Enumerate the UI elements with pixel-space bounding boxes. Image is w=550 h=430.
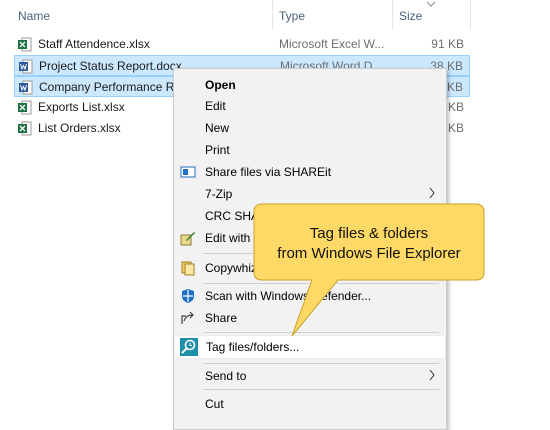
callout-text: Tag files & folders from Windows File Ex… [256, 224, 482, 264]
share-icon [181, 311, 194, 324]
menu-item-label: Edit [205, 99, 226, 113]
copywhiz-icon [181, 261, 195, 276]
menu-separator [203, 283, 439, 284]
callout-line: Tag files & folders [309, 225, 429, 242]
menu-item-label: 7-Zip [205, 187, 233, 201]
excel-icon [18, 37, 32, 52]
menu-item-tag-files[interactable]: Tag files/folders... [174, 335, 446, 359]
file-size: 91 KB [431, 37, 464, 51]
sort-descending-icon [426, 1, 436, 7]
menu-item-open[interactable]: Open [174, 74, 446, 96]
file-name: Company Performance R [39, 80, 175, 94]
column-name[interactable]: Name [18, 9, 50, 23]
column-type[interactable]: Type [279, 9, 305, 23]
menu-item-edit[interactable]: Edit [174, 95, 446, 117]
menu-item-new[interactable]: New [174, 117, 446, 139]
menu-item-label: Edit with [205, 231, 251, 245]
column-divider[interactable] [272, 0, 273, 30]
column-size[interactable]: Size [399, 9, 422, 23]
file-name: Exports List.xlsx [38, 100, 125, 114]
callout-line: from Windows File Explorer [277, 245, 461, 262]
file-row[interactable]: Staff Attendence.xlsx Microsoft Excel W.… [14, 34, 470, 55]
chevron-right-icon [429, 187, 435, 199]
menu-separator [203, 389, 439, 390]
column-divider[interactable] [470, 0, 471, 30]
column-divider[interactable] [392, 0, 393, 30]
file-name: List Orders.xlsx [38, 121, 121, 135]
menu-item-print[interactable]: Print [174, 139, 446, 161]
menu-item-7zip[interactable]: 7-Zip [174, 183, 446, 205]
column-header: Name Type Size [0, 0, 550, 32]
menu-item-label: Scan with Windows Defender... [205, 289, 372, 303]
menu-separator [203, 363, 439, 364]
excel-icon [18, 100, 32, 115]
file-type: Microsoft Excel W... [279, 37, 385, 51]
menu-item-send-to[interactable]: Send to [174, 365, 446, 387]
shareit-icon [180, 166, 196, 178]
word-icon [19, 80, 33, 95]
chevron-right-icon [429, 369, 435, 381]
file-name: Staff Attendence.xlsx [38, 37, 150, 51]
menu-item-share-shareit[interactable]: Share files via SHAREit [174, 161, 446, 183]
defender-shield-icon [182, 289, 194, 303]
menu-item-label: Open [205, 78, 236, 92]
excel-icon [18, 121, 32, 136]
menu-item-share[interactable]: Share [174, 307, 446, 329]
word-icon [19, 59, 33, 74]
menu-item-label: Share [205, 311, 238, 325]
menu-item-cut[interactable]: Cut [174, 393, 446, 415]
menu-item-label: New [205, 121, 230, 135]
menu-item-label: Print [205, 143, 230, 157]
menu-item-label: Cut [205, 397, 224, 411]
menu-item-label: Tag files/folders... [206, 340, 300, 354]
menu-item-label: Copywhiz [205, 261, 258, 275]
menu-item-label: Send to [205, 369, 247, 383]
menu-item-label: CRC SHA [205, 209, 260, 223]
file-name: Project Status Report.docx [39, 59, 182, 73]
menu-separator [203, 332, 439, 333]
menu-item-label: Share files via SHAREit [205, 165, 332, 179]
tag-search-icon [180, 338, 198, 356]
menu-item-scan-defender[interactable]: Scan with Windows Defender... [174, 285, 446, 307]
edit-pencil-icon [180, 232, 195, 246]
